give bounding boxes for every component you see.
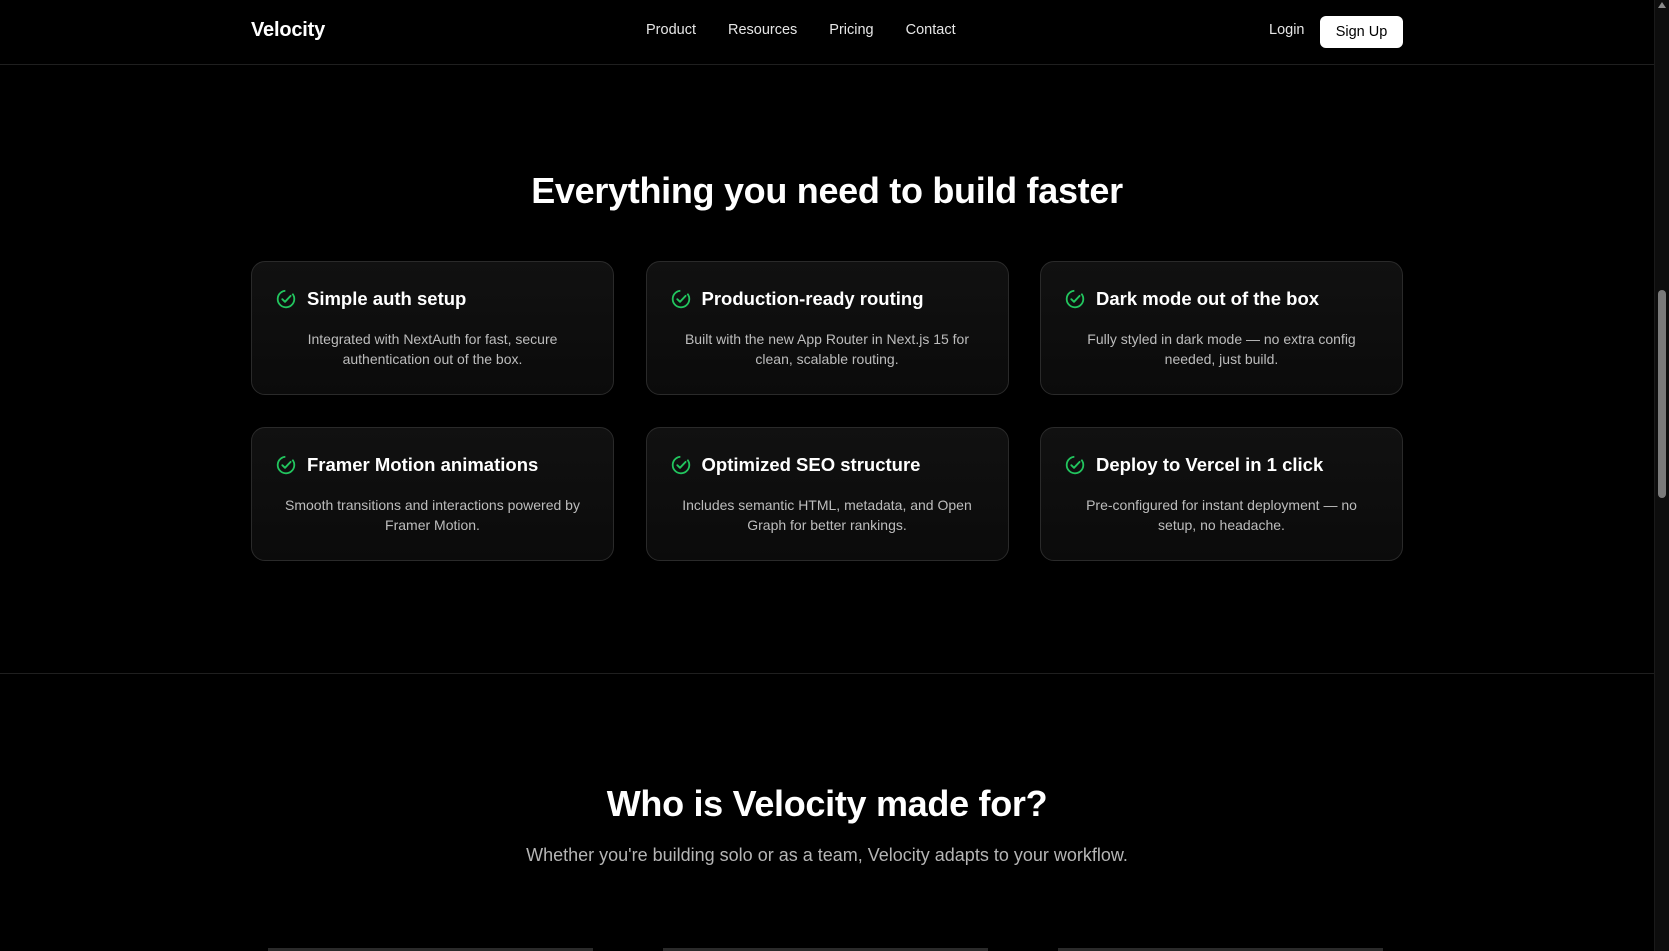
feature-card-description: Fully styled in dark mode — no extra con… <box>1087 331 1356 367</box>
feature-card-description: Pre-configured for instant deployment — … <box>1086 497 1357 533</box>
feature-card: Framer Motion animations Smooth transiti… <box>251 427 614 561</box>
feature-card-description: Smooth transitions and interactions powe… <box>285 497 580 533</box>
feature-card: Optimized SEO structure Includes semanti… <box>645 427 1009 561</box>
nav-item-resources[interactable]: Resources <box>728 22 797 38</box>
section-divider <box>0 673 1654 674</box>
check-circle-icon <box>276 289 296 309</box>
scrollbar-thumb[interactable] <box>1658 290 1666 498</box>
check-circle-icon <box>276 455 296 475</box>
feature-card: Simple auth setup Integrated with NextAu… <box>251 261 614 395</box>
vertical-scrollbar[interactable] <box>1654 0 1669 951</box>
nav-item-pricing[interactable]: Pricing <box>829 22 873 38</box>
check-circle-icon <box>1065 455 1085 475</box>
feature-card-description: Includes semantic HTML, metadata, and Op… <box>682 497 972 533</box>
scroll-up-arrow-icon[interactable] <box>1658 2 1666 8</box>
who-subtitle: Whether you're building solo or as a tea… <box>526 845 1128 865</box>
sign-up-button[interactable]: Sign Up <box>1320 16 1403 48</box>
feature-card-title: Simple auth setup <box>307 288 467 309</box>
page: Velocity Product Resources Pricing Conta… <box>0 0 1669 951</box>
nav-item-product[interactable]: Product <box>646 22 696 38</box>
features-title: Everything you need to build faster <box>531 170 1123 211</box>
logo[interactable]: Velocity <box>251 19 325 42</box>
feature-card-header: Optimized SEO structure <box>671 454 984 476</box>
nav-item-contact[interactable]: Contact <box>906 22 956 38</box>
feature-card: Dark mode out of the box Fully styled in… <box>1040 261 1403 395</box>
check-circle-icon <box>1065 289 1085 309</box>
features-grid: Simple auth setup Integrated with NextAu… <box>251 261 1403 561</box>
site-header: Velocity Product Resources Pricing Conta… <box>0 0 1654 65</box>
feature-card-description: Built with the new App Router in Next.js… <box>684 331 970 367</box>
feature-card: Production-ready routing Built with the … <box>645 261 1009 395</box>
feature-card-header: Simple auth setup <box>276 288 589 310</box>
who-title: Who is Velocity made for? <box>606 783 1048 824</box>
main-nav: Product Resources Pricing Contact <box>646 22 956 38</box>
feature-card-title: Optimized SEO structure <box>701 454 921 475</box>
feature-card-title: Dark mode out of the box <box>1096 288 1320 309</box>
feature-card-header: Deploy to Vercel in 1 click <box>1065 454 1378 476</box>
check-circle-icon <box>671 289 690 309</box>
feature-card-description: Integrated with NextAuth for fast, secur… <box>307 331 558 367</box>
feature-card-title: Production-ready routing <box>701 288 924 309</box>
feature-card-header: Production-ready routing <box>671 288 984 310</box>
feature-card-header: Dark mode out of the box <box>1065 288 1378 310</box>
feature-card-title: Framer Motion animations <box>307 454 539 475</box>
feature-card-title: Deploy to Vercel in 1 click <box>1096 454 1324 475</box>
feature-card: Deploy to Vercel in 1 click Pre-configur… <box>1040 427 1403 561</box>
check-circle-icon <box>671 455 690 475</box>
login-link[interactable]: Login <box>1269 22 1304 38</box>
feature-card-header: Framer Motion animations <box>276 454 589 476</box>
